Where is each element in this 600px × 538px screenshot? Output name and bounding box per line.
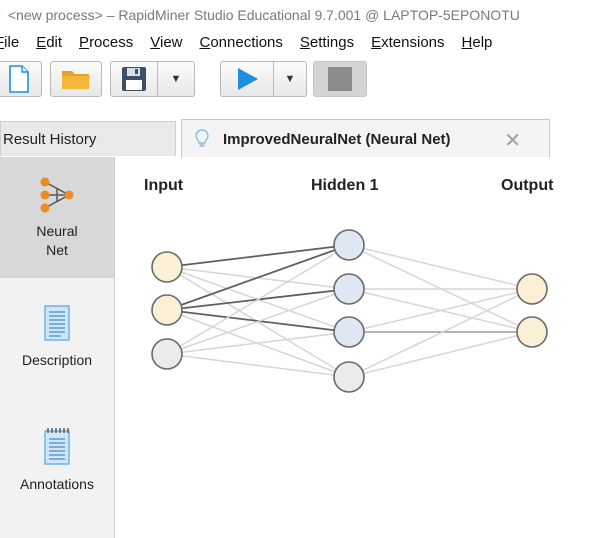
new-document-icon — [9, 65, 29, 93]
menu-process[interactable]: Process — [79, 34, 133, 51]
menu-process-mnemonic: P — [79, 33, 90, 51]
run-process-button[interactable] — [220, 61, 274, 97]
output-node[interactable] — [516, 273, 548, 305]
stop-process-button[interactable] — [313, 61, 367, 97]
menu-file[interactable]: File — [0, 34, 19, 51]
sidebar-item-description[interactable]: Description — [0, 305, 114, 385]
sidebar-item-label: Annotations — [20, 476, 94, 492]
tab-result-history[interactable]: Result History — [0, 121, 176, 156]
menu-bar: File Edit Process View Connections Setti… — [0, 30, 600, 54]
menu-connections-label: onnections — [210, 33, 283, 51]
chevron-down-icon: ▼ — [284, 73, 296, 85]
save-options-dropdown[interactable]: ▼ — [157, 61, 195, 97]
window-title-bar: ◐ <new process> – RapidMiner Studio Educ… — [0, 0, 600, 30]
connection-hidden-output — [348, 288, 533, 378]
menu-extensions-mnemonic: E — [371, 33, 382, 51]
sidebar-item-annotations[interactable]: Annotations — [0, 427, 114, 507]
neural-net-canvas: Input Hidden 1 Output — [115, 157, 600, 538]
stop-icon — [328, 67, 352, 91]
input-node[interactable] — [151, 338, 183, 370]
results-tab-bar: Result History ImprovedNeuralNet (Neural… — [0, 117, 600, 158]
menu-connections-mnemonic: C — [199, 33, 211, 51]
hidden-node[interactable] — [333, 361, 365, 393]
folder-icon — [62, 71, 90, 89]
output-node[interactable] — [516, 316, 548, 348]
close-tab-icon[interactable]: ✕ — [504, 128, 521, 153]
connection-hidden-output — [348, 331, 533, 378]
result-view-sidebar: Neural Net Description Annotations — [0, 157, 115, 538]
sidebar-item-neural-net[interactable]: Neural Net — [0, 157, 114, 278]
input-node[interactable] — [151, 251, 183, 283]
connection-input-hidden — [166, 331, 350, 355]
hidden-node[interactable] — [333, 273, 365, 305]
menu-edit-mnemonic: E — [36, 33, 47, 51]
menu-extensions-label: xtensions — [381, 33, 445, 51]
connection-input-hidden — [166, 353, 350, 378]
menu-extensions[interactable]: Extensions — [371, 34, 444, 51]
menu-help-label: elp — [472, 33, 493, 51]
menu-help[interactable]: Help — [462, 34, 493, 51]
input-node[interactable] — [151, 294, 183, 326]
menu-settings[interactable]: Settings — [300, 34, 354, 51]
connection-input-hidden — [166, 244, 350, 268]
hidden-node[interactable] — [333, 229, 365, 261]
app-icon: ◐ — [0, 8, 4, 23]
chevron-down-icon: ▼ — [170, 73, 182, 85]
menu-file-label: ile — [4, 33, 20, 51]
menu-process-label: rocess — [89, 33, 134, 51]
sidebar-item-label: Description — [21, 352, 93, 368]
menu-settings-mnemonic: S — [299, 33, 310, 51]
open-process-button[interactable] — [50, 61, 102, 97]
sidebar-item-label: Neural — [36, 223, 78, 239]
menu-help-mnemonic: H — [461, 33, 473, 51]
menu-view-mnemonic: V — [150, 33, 160, 51]
neural-network-graph — [151, 229, 548, 393]
save-process-button[interactable] — [110, 61, 158, 97]
menu-edit[interactable]: Edit — [36, 34, 62, 51]
tab-improved-neural-net-label: ImprovedNeuralNet (Neural Net) — [223, 130, 451, 148]
menu-connections[interactable]: Connections — [200, 34, 283, 51]
notepad-icon — [44, 428, 70, 465]
run-options-dropdown[interactable]: ▼ — [273, 61, 307, 97]
neural-net-icon — [40, 177, 74, 213]
menu-view[interactable]: View — [150, 34, 182, 51]
lightbulb-icon — [195, 129, 209, 149]
tab-improved-neural-net[interactable]: ImprovedNeuralNet (Neural Net) ✕ — [181, 119, 550, 158]
menu-edit-label: dit — [46, 33, 63, 51]
connection-hidden-output — [348, 244, 533, 290]
floppy-disk-icon — [122, 67, 146, 91]
menu-view-label: iew — [159, 33, 183, 51]
sidebar-item-label: Net — [46, 242, 68, 258]
menu-settings-label: ettings — [309, 33, 355, 51]
tab-result-history-label: Result History — [3, 130, 97, 148]
new-process-button[interactable] — [0, 61, 42, 97]
window-title: <new process> – RapidMiner Studio Educat… — [7, 7, 520, 23]
main-toolbar: ▼ ▼ — [0, 55, 600, 105]
play-icon — [238, 68, 258, 90]
hidden-node[interactable] — [333, 316, 365, 348]
description-document-icon — [44, 305, 70, 341]
network-edges — [166, 244, 533, 378]
